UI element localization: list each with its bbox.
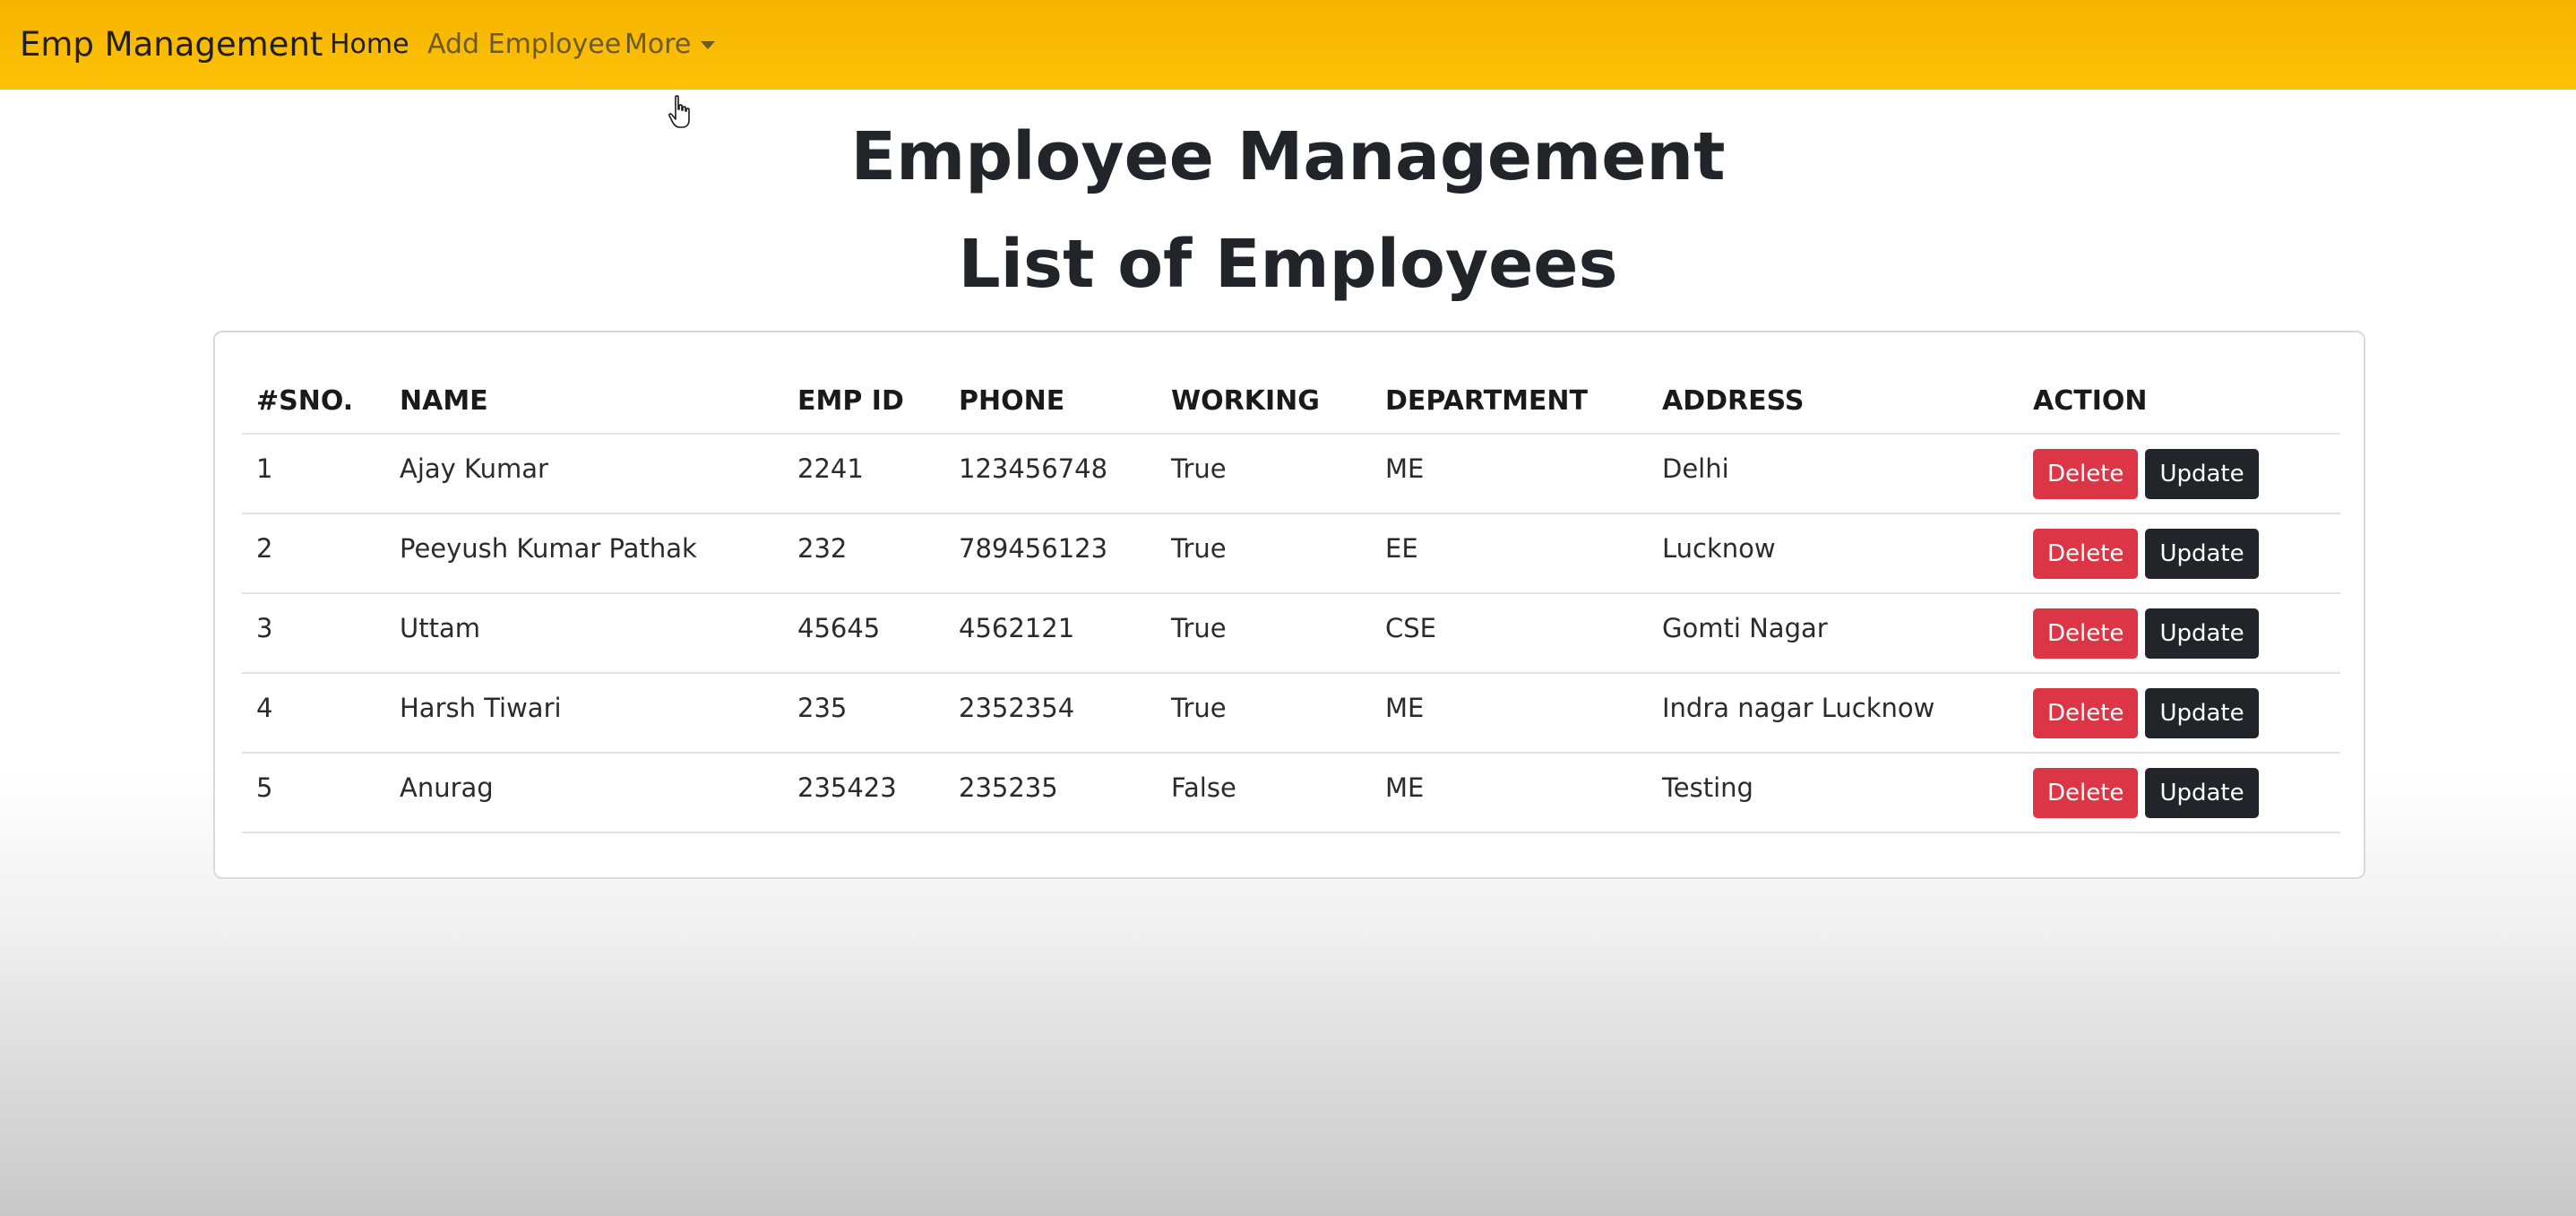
cell-action: Delete Update bbox=[2019, 753, 2340, 833]
nav-home-link[interactable]: Home bbox=[330, 29, 409, 60]
top-navbar: Emp Management Home Add Employee More bbox=[0, 0, 2576, 90]
employee-table: #SNO. NAME EMP ID PHONE WORKING DEPARTME… bbox=[242, 368, 2340, 833]
cell-emp-id: 2241 bbox=[783, 434, 944, 514]
cell-working: True bbox=[1157, 673, 1371, 754]
cell-emp-id: 235 bbox=[783, 673, 944, 754]
cell-department: ME bbox=[1371, 673, 1648, 754]
column-header-address: ADDRESS bbox=[1648, 368, 2019, 435]
cell-sno: 4 bbox=[242, 673, 385, 754]
column-header-working: WORKING bbox=[1157, 368, 1371, 435]
cell-address: Gomti Nagar bbox=[1648, 593, 2019, 674]
table-row: 5 Anurag 235423 235235 False ME Testing … bbox=[242, 753, 2340, 833]
cell-name: Uttam bbox=[385, 593, 783, 674]
update-button[interactable]: Update bbox=[2145, 767, 2259, 818]
cell-action: Delete Update bbox=[2019, 434, 2340, 514]
nav-more-dropdown[interactable]: More bbox=[625, 29, 691, 60]
delete-button[interactable]: Delete bbox=[2033, 687, 2139, 738]
table-row: 3 Uttam 45645 4562121 True CSE Gomti Nag… bbox=[242, 593, 2340, 674]
cell-working: True bbox=[1157, 434, 1371, 514]
update-button[interactable]: Update bbox=[2145, 528, 2259, 579]
navbar-brand[interactable]: Emp Management bbox=[20, 25, 323, 64]
column-header-sno: #SNO. bbox=[242, 368, 385, 435]
cell-name: Ajay Kumar bbox=[385, 434, 783, 514]
cell-phone: 789456123 bbox=[944, 513, 1157, 594]
cell-department: EE bbox=[1371, 513, 1648, 594]
cell-address: Indra nagar Lucknow bbox=[1648, 673, 2019, 754]
cell-sno: 3 bbox=[242, 593, 385, 674]
cell-action: Delete Update bbox=[2019, 593, 2340, 674]
cell-department: ME bbox=[1371, 434, 1648, 514]
cell-phone: 123456748 bbox=[944, 434, 1157, 514]
column-header-emp-id: EMP ID bbox=[783, 368, 944, 435]
cell-address: Delhi bbox=[1648, 434, 2019, 514]
cell-working: True bbox=[1157, 513, 1371, 594]
update-button[interactable]: Update bbox=[2145, 608, 2259, 659]
nav-add-employee-link[interactable]: Add Employee bbox=[427, 29, 621, 60]
table-row: 4 Harsh Tiwari 235 2352354 True ME Indra… bbox=[242, 673, 2340, 754]
cell-sno: 2 bbox=[242, 513, 385, 594]
cell-phone: 4562121 bbox=[944, 593, 1157, 674]
cell-phone: 2352354 bbox=[944, 673, 1157, 754]
update-button[interactable]: Update bbox=[2145, 448, 2259, 499]
cell-phone: 235235 bbox=[944, 753, 1157, 833]
column-header-action: ACTION bbox=[2019, 368, 2340, 435]
cell-address: Lucknow bbox=[1648, 513, 2019, 594]
column-header-phone: PHONE bbox=[944, 368, 1157, 435]
table-header-row: #SNO. NAME EMP ID PHONE WORKING DEPARTME… bbox=[242, 368, 2340, 435]
cell-working: False bbox=[1157, 753, 1371, 833]
cell-action: Delete Update bbox=[2019, 513, 2340, 594]
column-header-name: NAME bbox=[385, 368, 783, 435]
delete-button[interactable]: Delete bbox=[2033, 528, 2139, 579]
cell-name: Peeyush Kumar Pathak bbox=[385, 513, 783, 594]
cell-sno: 1 bbox=[242, 434, 385, 514]
column-header-department: DEPARTMENT bbox=[1371, 368, 1648, 435]
cell-sno: 5 bbox=[242, 753, 385, 833]
caret-down-icon[interactable] bbox=[701, 41, 715, 49]
employee-table-card: #SNO. NAME EMP ID PHONE WORKING DEPARTME… bbox=[213, 331, 2365, 879]
page-subtitle: List of Employees bbox=[958, 226, 1618, 303]
cell-action: Delete Update bbox=[2019, 673, 2340, 754]
cell-name: Anurag bbox=[385, 753, 783, 833]
cell-emp-id: 235423 bbox=[783, 753, 944, 833]
table-row: 2 Peeyush Kumar Pathak 232 789456123 Tru… bbox=[242, 513, 2340, 594]
cell-emp-id: 232 bbox=[783, 513, 944, 594]
delete-button[interactable]: Delete bbox=[2033, 767, 2139, 818]
delete-button[interactable]: Delete bbox=[2033, 448, 2139, 499]
cell-working: True bbox=[1157, 593, 1371, 674]
delete-button[interactable]: Delete bbox=[2033, 608, 2139, 659]
update-button[interactable]: Update bbox=[2145, 687, 2259, 738]
cell-name: Harsh Tiwari bbox=[385, 673, 783, 754]
cell-emp-id: 45645 bbox=[783, 593, 944, 674]
cell-department: ME bbox=[1371, 753, 1648, 833]
cell-address: Testing bbox=[1648, 753, 2019, 833]
page-title: Employee Management bbox=[850, 118, 1726, 195]
table-row: 1 Ajay Kumar 2241 123456748 True ME Delh… bbox=[242, 434, 2340, 514]
cell-department: CSE bbox=[1371, 593, 1648, 674]
